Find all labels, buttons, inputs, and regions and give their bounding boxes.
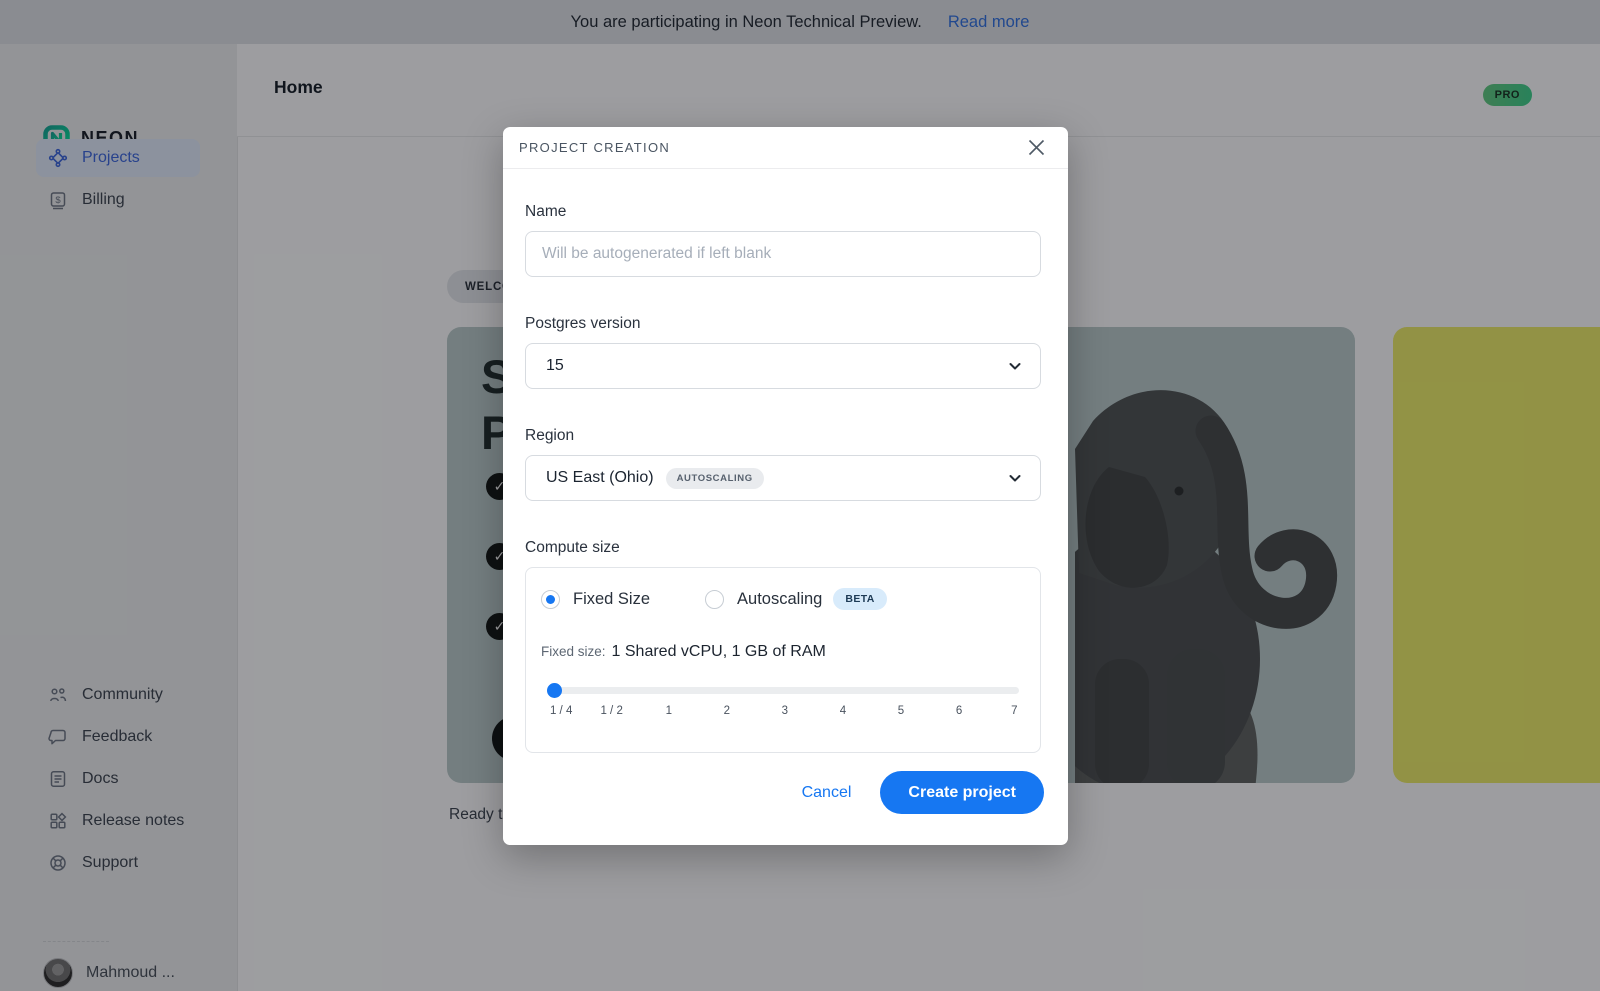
region-value: US East (Ohio) xyxy=(546,469,654,487)
compute-size-panel: Fixed Size Autoscaling BETA Fixed size: … xyxy=(525,567,1041,753)
slider-tick-labels: 1 / 4 1 / 2 1 2 3 4 5 6 7 xyxy=(547,705,1019,721)
name-label: Name xyxy=(525,203,1044,221)
chevron-down-icon xyxy=(1006,469,1024,487)
postgres-version-select[interactable]: 15 xyxy=(525,343,1041,389)
autoscaling-radio[interactable] xyxy=(705,590,724,609)
autoscaling-radio-label[interactable]: Autoscaling xyxy=(737,590,822,609)
modal-header: PROJECT CREATION xyxy=(503,127,1068,169)
project-name-input[interactable] xyxy=(525,231,1041,277)
close-icon[interactable] xyxy=(1024,136,1048,160)
postgres-version-label: Postgres version xyxy=(525,315,1044,333)
postgres-version-value: 15 xyxy=(546,357,564,375)
fixed-size-radio-label[interactable]: Fixed Size xyxy=(573,590,650,609)
slider-thumb[interactable] xyxy=(547,683,562,698)
region-label: Region xyxy=(525,427,1044,445)
project-creation-modal: PROJECT CREATION Name Postgres version 1… xyxy=(503,127,1068,845)
fixed-size-caption: Fixed size: xyxy=(541,644,606,659)
cancel-button[interactable]: Cancel xyxy=(802,784,852,802)
create-project-button[interactable]: Create project xyxy=(880,771,1044,814)
region-select[interactable]: US East (Ohio) AUTOSCALING xyxy=(525,455,1041,501)
chevron-down-icon xyxy=(1006,357,1024,375)
compute-size-label: Compute size xyxy=(525,539,1044,557)
slider-track[interactable] xyxy=(547,687,1019,694)
autoscaling-region-badge: AUTOSCALING xyxy=(666,468,764,489)
fixed-size-value: 1 Shared vCPU, 1 GB of RAM xyxy=(612,643,826,661)
beta-badge: BETA xyxy=(833,588,886,610)
modal-title: PROJECT CREATION xyxy=(519,140,670,155)
compute-size-slider[interactable] xyxy=(547,683,1019,697)
fixed-size-radio[interactable] xyxy=(541,590,560,609)
